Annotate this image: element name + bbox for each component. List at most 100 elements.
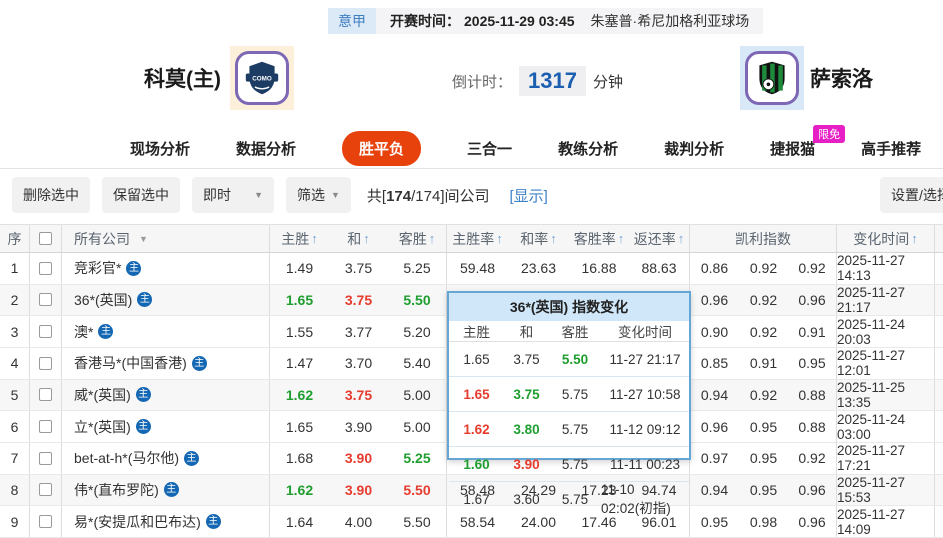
row-checkbox-cell <box>30 253 62 284</box>
company-name: 竞彩官* <box>74 260 122 277</box>
live-dropdown[interactable]: 即时 ▼ <box>192 177 274 213</box>
tab-6[interactable]: 裁判分析 <box>664 138 724 159</box>
col-home-rate[interactable]: 主胜率 ↑ <box>447 225 508 252</box>
tab-3[interactable]: 胜平负 <box>342 130 422 166</box>
tab-bar: 现场分析 数据分析 胜平负 三合一 教练分析 裁判分析 捷报猫 限免 高手推荐 <box>0 124 943 169</box>
sort-asc-icon: ↑ <box>428 231 436 246</box>
company-cell[interactable]: 伟*(直布罗陀) 主 <box>62 474 270 506</box>
company-cell[interactable]: 易*(安提瓜和巴布达) 主 <box>62 506 270 537</box>
row-index: 3 <box>0 316 30 347</box>
odds-cell: 1.49 <box>285 260 314 277</box>
popup-col-time: 变化时间 <box>618 325 672 340</box>
kelly-cell: 0.92 <box>788 253 837 284</box>
company-cell[interactable]: 立*(英国) 主 <box>62 411 270 442</box>
kelly-cell: 0.95 <box>749 418 778 435</box>
show-link[interactable]: [显示] <box>510 185 548 206</box>
venue-name: 朱塞普·希尼加格利亚球场 <box>590 13 750 29</box>
row-checkbox-cell <box>30 347 62 379</box>
countdown-unit: 分钟 <box>592 73 623 91</box>
keep-selected-button[interactable]: 保留选中 <box>102 177 180 213</box>
row-checkbox[interactable] <box>39 356 52 370</box>
rate-cell: 59.48 <box>459 260 496 277</box>
popup-odds-cell: 5.75 <box>561 492 589 507</box>
col-change-time[interactable]: 变化时间 ↑ <box>837 225 935 252</box>
popup-odds-cell: 3.75 <box>513 351 540 367</box>
popup-col-away: 客胜 <box>561 325 589 340</box>
col-spacer <box>935 225 943 252</box>
delete-selected-button[interactable]: 删除选中 <box>12 177 90 213</box>
col-company[interactable]: 所有公司 ▼ <box>62 225 270 252</box>
tab-label: 教练分析 <box>558 140 619 158</box>
como-crest-svg: COMO <box>245 61 279 95</box>
tab-8[interactable]: 高手推荐 <box>861 138 921 159</box>
kelly-cell: 0.92 <box>749 323 778 340</box>
tab-label: 数据分析 <box>236 140 297 158</box>
odds-cell: 3.70 <box>344 355 373 372</box>
odds-cell: 3.90 <box>344 481 373 498</box>
change-time-cell: 2025-11-25 13:35 <box>837 379 935 411</box>
sort-asc-icon: ↑ <box>496 231 503 246</box>
change-time-cell: 2025-11-24 03:00 <box>837 411 935 442</box>
company-cell[interactable]: 澳* 主 <box>62 316 270 347</box>
col-draw-rate[interactable]: 和率 ↑ <box>508 225 569 252</box>
row-checkbox[interactable] <box>39 420 52 434</box>
popup-odds-cell: 5.75 <box>561 421 589 437</box>
row-checkbox[interactable] <box>39 515 52 529</box>
popup-odds-cell: 5.50 <box>561 351 589 367</box>
sort-asc-icon: ↑ <box>550 231 557 246</box>
company-filter-icon[interactable]: ▼ <box>139 234 148 244</box>
kelly-cell: 0.97 <box>700 450 729 467</box>
col-away-odds[interactable]: 客胜 ↑ <box>388 225 447 252</box>
tab-5[interactable]: 教练分析 <box>558 138 618 159</box>
col-draw-odds[interactable]: 和 ↑ <box>329 225 388 252</box>
popup-odds-cell: 3.60 <box>513 492 540 507</box>
kelly-cell: 0.96 <box>788 284 837 316</box>
select-all-checkbox[interactable] <box>39 232 52 245</box>
chevron-down-icon: ▼ <box>254 190 263 200</box>
settings-button[interactable]: 设置/选择 <box>880 177 943 213</box>
tab-4[interactable]: 三合一 <box>467 138 512 159</box>
row-checkbox[interactable] <box>39 451 52 465</box>
away-team-logo <box>740 46 804 110</box>
company-cell[interactable]: 香港马*(中国香港) 主 <box>62 347 270 379</box>
popup-row: 1.62 3.80 5.75 11-12 09:12 <box>449 412 689 447</box>
popup-odds-cell: 3.75 <box>513 386 540 402</box>
company-cell[interactable]: 威*(英国) 主 <box>62 379 270 411</box>
tab-2[interactable]: 数据分析 <box>236 138 296 159</box>
row-checkbox[interactable] <box>39 293 52 307</box>
row-checkbox[interactable] <box>39 261 52 275</box>
company-cell[interactable]: 竞彩官* 主 <box>62 253 270 284</box>
change-time-cell: 2025-11-27 21:17 <box>837 284 935 316</box>
svg-text:COMO: COMO <box>252 75 272 82</box>
row-checkbox[interactable] <box>39 388 52 402</box>
kelly-cell: 0.94 <box>700 481 729 498</box>
kickoff-info: 开赛时间： 2025-11-29 03:45 朱塞普·希尼加格利亚球场 <box>376 8 764 34</box>
row-checkbox[interactable] <box>39 483 52 497</box>
popup-odds-cell: 1.62 <box>463 421 490 437</box>
odds-history-popup: 36*(英国) 指数变化 主胜 和 客胜 变化时间 1.65 3.75 5.50 11… <box>447 291 691 516</box>
popup-col-home: 主胜 <box>463 325 490 340</box>
league-badge: 意甲 <box>328 8 376 34</box>
odds-cell: 1.62 <box>285 386 314 403</box>
col-away-rate[interactable]: 客胜率 ↑ <box>569 225 629 252</box>
row-index: 2 <box>0 284 30 316</box>
tab-1[interactable]: 现场分析 <box>130 138 190 159</box>
company-cell[interactable]: 36*(英国) 主 <box>62 284 270 316</box>
odds-cell: 5.00 <box>388 379 447 411</box>
row-checkbox-cell <box>30 474 62 506</box>
row-checkbox[interactable] <box>39 325 52 339</box>
odds-cell: 3.90 <box>344 418 373 435</box>
col-home-odds[interactable]: 主胜 ↑ <box>270 225 329 252</box>
row-checkbox-cell <box>30 316 62 347</box>
home-marker-icon: 主 <box>126 260 142 276</box>
kelly-cell: 0.96 <box>788 474 837 506</box>
company-cell[interactable]: bet-at-h*(马尔他) 主 <box>62 442 270 474</box>
rate-cell: 88.63 <box>629 253 690 284</box>
row-checkbox-cell <box>30 284 62 316</box>
col-return-rate[interactable]: 返还率 ↑ <box>629 225 690 252</box>
tab-7[interactable]: 捷报猫 限免 <box>770 124 846 159</box>
change-time-cell: 2025-11-27 15:53 <box>837 474 935 506</box>
filter-dropdown[interactable]: 筛选 ▼ <box>286 177 351 213</box>
home-marker-icon: 主 <box>205 514 221 530</box>
toolbar: 删除选中 保留选中 即时 ▼ 筛选 ▼ 共[174/174]间公司 [显示] 设… <box>0 169 943 224</box>
